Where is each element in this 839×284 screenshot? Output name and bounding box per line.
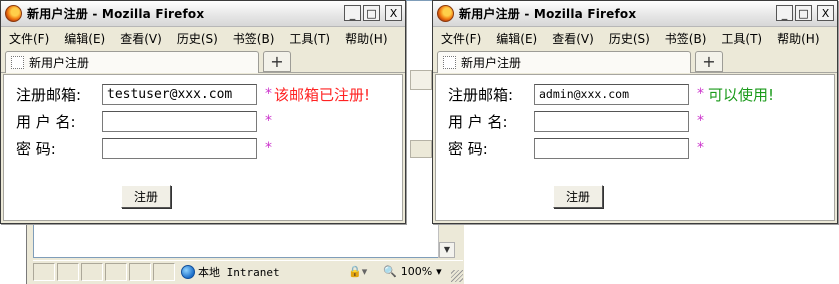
window-title: 新用户注册 - Mozilla Firefox xyxy=(459,7,637,21)
password-label: 密 码: xyxy=(448,139,488,158)
status-pane xyxy=(33,263,55,281)
tab-label: 新用户注册 xyxy=(461,56,522,70)
menu-bookmarks[interactable]: 书签(B) xyxy=(227,30,284,47)
title-bar[interactable]: 新用户注册 - Mozilla Firefox _ □ X xyxy=(1,1,405,27)
menu-history[interactable]: 历史(S) xyxy=(171,30,227,47)
password-label: 密 码: xyxy=(16,139,56,158)
ie-toolbar-button[interactable] xyxy=(410,140,432,158)
minimize-button[interactable]: _ xyxy=(776,5,793,21)
maximize-button[interactable]: □ xyxy=(363,5,380,21)
required-mark: * xyxy=(265,113,272,129)
email-field[interactable]: testuser@xxx.com xyxy=(102,83,257,105)
tab-bar: 新用户注册 + xyxy=(1,49,405,73)
tab-new-user-registration[interactable]: 新用户注册 xyxy=(5,51,259,73)
menu-tools[interactable]: 工具(T) xyxy=(715,30,771,47)
page-favicon-icon xyxy=(11,56,24,69)
tab-new-user-registration[interactable]: 新用户注册 xyxy=(437,51,691,73)
register-button[interactable]: 注册 xyxy=(553,185,603,208)
username-row: 用 户 名: * xyxy=(448,110,704,132)
security-zone[interactable]: 本地 Intranet xyxy=(181,263,280,281)
close-button[interactable]: X xyxy=(385,5,402,21)
window-title: 新用户注册 - Mozilla Firefox xyxy=(27,7,205,21)
menu-bookmarks[interactable]: 书签(B) xyxy=(659,30,716,47)
email-label: 注册邮箱: xyxy=(448,85,514,104)
required-mark: * xyxy=(697,113,704,129)
email-label: 注册邮箱: xyxy=(16,85,82,104)
title-bar[interactable]: 新用户注册 - Mozilla Firefox _ □ X xyxy=(433,1,837,27)
menu-tools[interactable]: 工具(T) xyxy=(283,30,339,47)
minimize-button[interactable]: _ xyxy=(344,5,361,21)
status-pane xyxy=(81,263,103,281)
email-available-message: 可以使用! xyxy=(708,85,775,104)
status-pane xyxy=(57,263,79,281)
required-mark: * xyxy=(265,86,272,102)
username-label: 用 户 名: xyxy=(16,112,76,131)
tab-label: 新用户注册 xyxy=(29,56,90,70)
page-favicon-icon xyxy=(443,56,456,69)
resize-grip-icon[interactable] xyxy=(451,270,463,282)
required-mark: * xyxy=(697,86,704,102)
menu-bar: 文件(F) 编辑(E) 查看(V) 历史(S) 书签(B) 工具(T) 帮助(H… xyxy=(433,27,837,49)
menu-help[interactable]: 帮助(H) xyxy=(339,30,396,47)
username-field[interactable] xyxy=(534,110,689,132)
menu-edit[interactable]: 编辑(E) xyxy=(58,30,114,47)
firefox-logo-icon xyxy=(437,5,454,22)
page-content: 注册邮箱: admin@xxx.com * 可以使用! 用 户 名: * 密 码… xyxy=(435,74,835,221)
status-pane xyxy=(129,263,151,281)
username-field[interactable] xyxy=(102,110,257,132)
menu-view[interactable]: 查看(V) xyxy=(546,30,603,47)
email-error-message: 该邮箱已注册! xyxy=(274,85,371,104)
tab-bar: 新用户注册 + xyxy=(433,49,837,73)
firefox-window-available: 新用户注册 - Mozilla Firefox _ □ X 文件(F) 编辑(E… xyxy=(432,0,838,224)
protected-mode-icon[interactable]: 🔒▾ xyxy=(348,265,367,278)
menu-bar: 文件(F) 编辑(E) 查看(V) 历史(S) 书签(B) 工具(T) 帮助(H… xyxy=(1,27,405,49)
firefox-window-registered: 新用户注册 - Mozilla Firefox _ □ X 文件(F) 编辑(E… xyxy=(0,0,406,224)
zoom-control[interactable]: 🔍 100% ▾ xyxy=(383,265,442,278)
firefox-logo-icon xyxy=(5,5,22,22)
password-row: 密 码: * xyxy=(448,137,704,159)
password-row: 密 码: * xyxy=(16,137,272,159)
menu-edit[interactable]: 编辑(E) xyxy=(490,30,546,47)
menu-history[interactable]: 历史(S) xyxy=(603,30,659,47)
status-pane xyxy=(105,263,127,281)
menu-file[interactable]: 文件(F) xyxy=(3,30,58,47)
username-label: 用 户 名: xyxy=(448,112,508,131)
menu-view[interactable]: 查看(V) xyxy=(114,30,171,47)
register-button[interactable]: 注册 xyxy=(121,185,171,208)
required-mark: * xyxy=(697,140,704,156)
menu-help[interactable]: 帮助(H) xyxy=(771,30,828,47)
ie-toolbar-button[interactable] xyxy=(410,70,432,90)
ie-status-bar: 本地 Intranet 🔒▾ 🔍 100% ▾ xyxy=(33,260,463,282)
scroll-down-arrow-icon[interactable]: ▼ xyxy=(439,242,455,258)
password-field[interactable] xyxy=(534,137,689,159)
status-pane xyxy=(153,263,175,281)
email-row: 注册邮箱: testuser@xxx.com * 该邮箱已注册! xyxy=(16,83,370,105)
required-mark: * xyxy=(265,140,272,156)
new-tab-button[interactable]: + xyxy=(695,51,723,72)
email-row: 注册邮箱: admin@xxx.com * 可以使用! xyxy=(448,83,774,105)
email-field[interactable]: admin@xxx.com xyxy=(534,83,689,105)
zone-label: 本地 Intranet xyxy=(198,266,280,279)
password-field[interactable] xyxy=(102,137,257,159)
username-row: 用 户 名: * xyxy=(16,110,272,132)
menu-file[interactable]: 文件(F) xyxy=(435,30,490,47)
globe-icon xyxy=(181,265,195,279)
maximize-button[interactable]: □ xyxy=(795,5,812,21)
new-tab-button[interactable]: + xyxy=(263,51,291,72)
page-content: 注册邮箱: testuser@xxx.com * 该邮箱已注册! 用 户 名: … xyxy=(3,74,403,221)
zoom-icon: 🔍 xyxy=(383,265,397,278)
chevron-down-icon: ▾ xyxy=(436,265,442,278)
zoom-level: 100% xyxy=(400,265,433,278)
close-button[interactable]: X xyxy=(817,5,834,21)
